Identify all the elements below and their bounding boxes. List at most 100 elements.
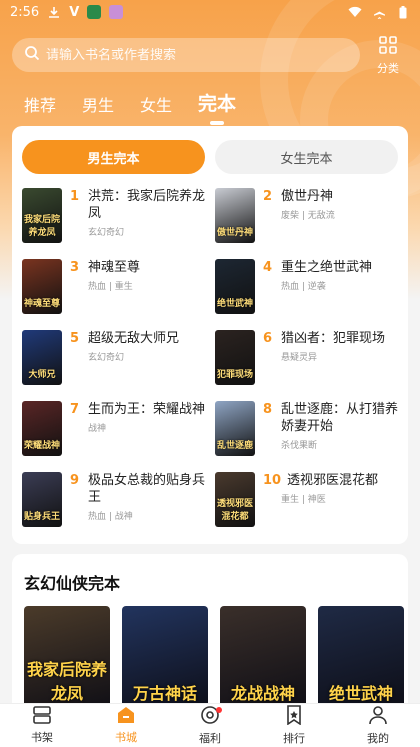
status-time: 2:56	[10, 4, 40, 20]
notification-dot	[216, 707, 222, 713]
cover-title: 我家后院养龙凤	[26, 660, 107, 703]
ranking-item[interactable]: 傲世丹神 2 傲世丹神 废柴 | 无敌流	[215, 188, 398, 243]
cover-title: 龙战战神	[230, 684, 295, 703]
ranking-item[interactable]: 犯罪现场 6 猎凶者：犯罪现场 悬疑灵异	[215, 330, 398, 385]
tab-label: 完本	[198, 93, 237, 115]
book-tags: 悬疑灵异	[281, 353, 318, 363]
tab-female[interactable]: 女生	[140, 92, 172, 116]
book-title: 乱世逐鹿：从打猎养娇妻开始	[281, 402, 399, 434]
ranking-item[interactable]: 乱世逐鹿 8 乱世逐鹿：从打猎养娇妻开始 杀伐果断	[215, 401, 398, 456]
book-title: 洪荒：我家后院养龙凤	[88, 189, 206, 221]
tab-recommend[interactable]: 推荐	[24, 92, 56, 116]
book-cover: 傲世丹神	[215, 188, 255, 243]
tab-label: 男生	[82, 96, 115, 115]
bottom-navigation: 书架 书城 福利 排行 我的	[0, 703, 420, 747]
cover-title: 万古神话	[132, 684, 197, 703]
ranking-item[interactable]: 透视邪医混花都 10 透视邪医混花都 重生 | 神医	[215, 472, 398, 527]
nav-ranking[interactable]: 排行	[252, 704, 336, 747]
tab-completed[interactable]: 完本	[198, 89, 237, 125]
nav-bookshelf[interactable]: 书架	[0, 704, 84, 747]
cover-title: 乱世逐鹿	[216, 441, 253, 451]
search-bar[interactable]	[12, 38, 360, 72]
airplane-icon	[372, 5, 386, 19]
status-bar: 2:56 V	[0, 0, 420, 24]
grid-icon	[378, 35, 398, 58]
category-label: 分类	[377, 61, 399, 75]
cover-title: 犯罪现场	[216, 370, 253, 380]
category-button[interactable]: 分类	[370, 35, 406, 76]
book-cover: 大师兄	[22, 330, 62, 385]
book-cover: 犯罪现场	[215, 330, 255, 385]
download-icon	[47, 5, 61, 19]
ranking-item[interactable]: 神魂至尊 3 神魂至尊 热血 | 重生	[22, 259, 205, 314]
ranking-item[interactable]: 大师兄 5 超级无敌大师兄 玄幻奇幻	[22, 330, 205, 385]
book-title: 猎凶者：犯罪现场	[281, 331, 386, 346]
cover-title: 大师兄	[28, 370, 56, 380]
profile-icon	[368, 705, 388, 728]
section-book-cover[interactable]: 龙战战神	[220, 606, 306, 716]
book-cover: 我家后院养龙凤	[22, 188, 62, 243]
book-tags: 热血 | 重生	[88, 282, 133, 292]
book-title: 神魂至尊	[88, 260, 141, 275]
section-book-cover[interactable]: 我家后院养龙凤	[24, 606, 110, 716]
book-tags: 重生 | 神医	[281, 495, 326, 505]
book-tags: 玄幻奇幻	[88, 353, 125, 363]
ranking-icon	[284, 705, 304, 728]
search-input[interactable]	[46, 47, 336, 63]
book-tags: 战神	[88, 424, 107, 434]
rank-number: 4	[263, 260, 273, 275]
nav-profile[interactable]: 我的	[336, 704, 420, 747]
book-cover: 荣耀战神	[22, 401, 62, 456]
tab-label: 女生	[140, 96, 173, 115]
ranking-item[interactable]: 绝世武神 4 重生之绝世武神 热血 | 逆袭	[215, 259, 398, 314]
rank-number: 6	[263, 331, 273, 346]
section-book-cover[interactable]: 万古神话	[122, 606, 208, 716]
book-cover: 贴身兵王	[22, 472, 62, 527]
female-completed-button[interactable]: 女生完本	[215, 140, 398, 174]
tab-label: 推荐	[24, 96, 57, 115]
bookshelf-icon	[32, 706, 52, 727]
nav-bookstore[interactable]: 书城	[84, 704, 168, 747]
book-cover: 乱世逐鹿	[215, 401, 255, 456]
nav-label: 排行	[283, 732, 305, 745]
section-cover-row: 我家后院养龙凤 万古神话 龙战战神 绝世武神	[24, 606, 404, 716]
cover-title: 傲世丹神	[216, 228, 253, 238]
book-title: 透视邪医混花都	[287, 473, 379, 488]
rank-number: 5	[70, 331, 80, 346]
cover-title: 荣耀战神	[23, 441, 60, 451]
bookstore-icon	[116, 706, 136, 727]
rank-number: 1	[70, 189, 80, 204]
book-cover: 绝世武神	[215, 259, 255, 314]
cover-title: 我家后院养龙凤	[23, 215, 60, 238]
book-title: 重生之绝世武神	[281, 260, 373, 275]
cover-title: 绝世武神	[328, 684, 393, 703]
male-completed-button[interactable]: 男生完本	[22, 140, 205, 174]
top-tabs: 推荐 男生 女生 完本	[24, 86, 237, 125]
nav-label: 书城	[115, 731, 137, 744]
app-notification-icon	[109, 5, 124, 19]
book-title: 生而为王：荣耀战神	[88, 402, 206, 417]
ranking-list: 我家后院养龙凤 1 洪荒：我家后院养龙凤 玄幻奇幻 傲世丹神 2 傲世丹神 废柴 |…	[22, 188, 398, 527]
book-tags: 热血 | 战神	[88, 512, 133, 522]
nav-label: 书架	[31, 731, 53, 744]
ranking-item[interactable]: 贴身兵王 9 极品女总裁的贴身兵王 热血 | 战神	[22, 472, 205, 527]
nav-label: 我的	[367, 732, 389, 745]
tab-male[interactable]: 男生	[82, 92, 114, 116]
cover-title: 贴身兵王	[23, 512, 60, 522]
section-book-cover[interactable]: 绝世武神	[318, 606, 404, 716]
completed-ranking-card: 男生完本 女生完本 我家后院养龙凤 1 洪荒：我家后院养龙凤 玄幻奇幻 傲世丹神 …	[12, 126, 408, 544]
ranking-item[interactable]: 荣耀战神 7 生而为王：荣耀战神 战神	[22, 401, 205, 456]
book-cover: 神魂至尊	[22, 259, 62, 314]
ranking-item[interactable]: 我家后院养龙凤 1 洪荒：我家后院养龙凤 玄幻奇幻	[22, 188, 205, 243]
book-title: 傲世丹神	[281, 189, 334, 204]
nav-label: 福利	[199, 732, 221, 745]
cover-title: 透视邪医混花都	[216, 499, 253, 522]
cover-title: 神魂至尊	[23, 299, 60, 309]
status-app-letter: V	[69, 4, 80, 20]
book-title: 超级无敌大师兄	[88, 331, 180, 346]
book-cover: 透视邪医混花都	[215, 472, 255, 527]
nav-welfare[interactable]: 福利	[168, 704, 252, 747]
section-title: 玄幻仙侠完本	[24, 574, 121, 593]
rank-number: 9	[70, 473, 80, 488]
search-icon	[24, 45, 40, 65]
